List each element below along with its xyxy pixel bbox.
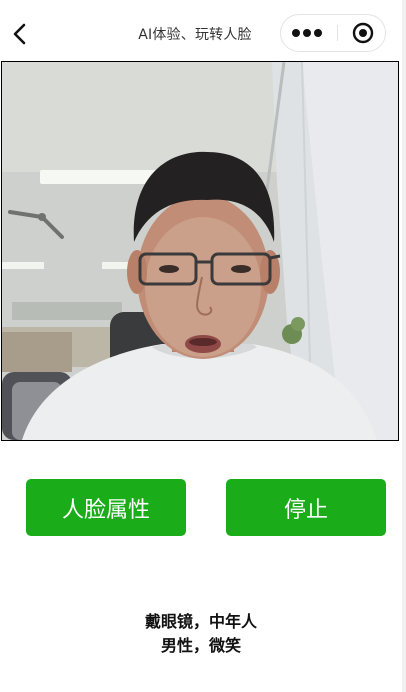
back-button[interactable] [4,16,36,52]
camera-frame-image [2,62,398,440]
mini-program-capsule [280,14,386,52]
stop-button[interactable]: 停止 [226,479,386,536]
top-nav-bar: AI体验、玩转人脸 [0,0,406,62]
camera-preview [1,61,399,441]
capsule-divider [337,25,338,41]
more-dots-icon [292,29,322,37]
target-circle-icon [352,22,374,44]
face-attribute-button[interactable]: 人脸属性 [26,479,186,536]
page-title: AI体验、玩转人脸 [138,27,252,43]
scrollbar-track [402,0,406,692]
more-button[interactable] [287,15,327,51]
result-line-1: 戴眼镜，中年人 [144,612,257,631]
result-line-2: 男性，微笑 [160,636,241,655]
close-mini-program-button[interactable] [345,15,381,51]
chevron-left-icon [13,23,26,45]
